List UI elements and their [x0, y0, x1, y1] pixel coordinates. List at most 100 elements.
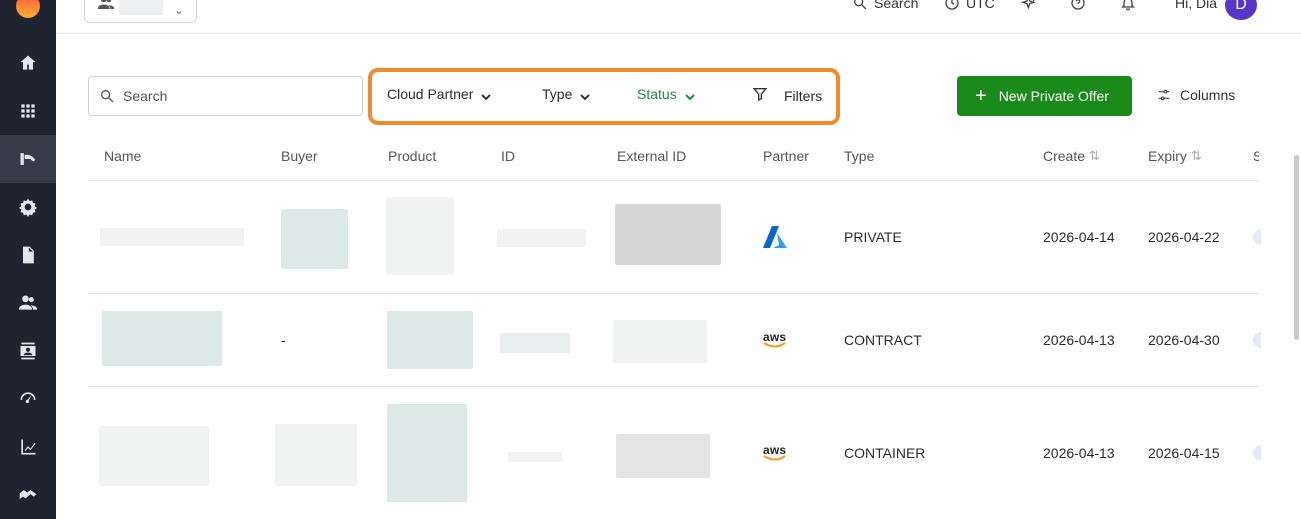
header-divider — [88, 180, 1258, 181]
column-header-product[interactable]: Product — [388, 148, 436, 164]
chevron-down-icon — [580, 89, 591, 101]
column-header-partner[interactable]: Partner — [763, 148, 809, 164]
column-header-status-truncated[interactable]: S — [1253, 148, 1259, 164]
type-filter-label: Type — [542, 86, 573, 102]
notifications-button[interactable] — [1120, 0, 1136, 11]
analytics-icon[interactable] — [0, 423, 56, 471]
organization-selector[interactable]: ⌃ ⌄ — [84, 0, 197, 23]
greeting-label: Hi, Dia — [1175, 0, 1218, 11]
offers-icon[interactable] — [0, 135, 56, 183]
avatar[interactable]: D — [1225, 0, 1257, 20]
external-id-redacted — [615, 204, 721, 265]
global-search-label: Search — [874, 0, 919, 11]
type-cell: PRIVATE — [844, 229, 902, 245]
filters-button[interactable]: Filters — [752, 86, 822, 105]
home-icon[interactable] — [0, 39, 56, 87]
aws-icon — [763, 342, 786, 348]
product-redacted — [387, 311, 473, 369]
timezone-label: UTC — [966, 0, 995, 11]
gear-icon[interactable] — [0, 183, 56, 231]
name-redacted — [102, 311, 222, 366]
search-field[interactable] — [88, 76, 363, 116]
buyer-redacted — [275, 424, 357, 486]
filters-label: Filters — [784, 87, 823, 104]
status-badge — [1253, 229, 1261, 245]
type-cell: CONTRACT — [844, 332, 922, 348]
user-greeting[interactable]: Hi, Dia — [1175, 0, 1217, 11]
id-redacted — [500, 333, 570, 353]
clock-icon — [945, 0, 959, 10]
people-icon[interactable] — [0, 279, 56, 327]
sort-icon[interactable]: ⇅ — [1191, 148, 1202, 164]
columns-label: Columns — [1180, 87, 1236, 103]
new-private-offer-button[interactable]: + New Private Offer — [957, 76, 1132, 116]
create-date-cell: 2026-04-13 — [1043, 332, 1115, 348]
new-private-offer-label: New Private Offer — [998, 88, 1109, 104]
speedometer-icon[interactable] — [0, 375, 56, 423]
expiry-date-cell: 2026-04-15 — [1148, 445, 1220, 461]
help-icon — [1071, 0, 1085, 10]
organization-name-redacted — [119, 0, 163, 15]
handshake-icon[interactable] — [0, 471, 56, 519]
column-header-buyer[interactable]: Buyer — [281, 148, 318, 164]
global-search-button[interactable]: Search — [852, 0, 918, 11]
help-button[interactable] — [1070, 0, 1086, 11]
contacts-icon[interactable] — [0, 327, 56, 375]
azure-icon — [763, 226, 787, 248]
create-date-cell: 2026-04-14 — [1043, 229, 1115, 245]
sliders-icon — [1158, 89, 1170, 101]
funnel-icon — [752, 86, 784, 105]
expiry-date-cell: 2026-04-22 — [1148, 229, 1220, 245]
product-redacted — [387, 404, 467, 502]
ai-assistant-button[interactable] — [1021, 0, 1037, 11]
sidebar — [0, 0, 56, 519]
team-icon — [97, 0, 115, 17]
column-header-external-id[interactable]: External ID — [617, 148, 686, 164]
external-id-redacted — [616, 434, 710, 478]
aws-icon — [763, 455, 786, 461]
buyer-cell: - — [281, 332, 286, 348]
product-redacted — [386, 197, 454, 275]
search-icon — [854, 0, 867, 10]
timezone-button[interactable]: UTC — [944, 0, 995, 11]
create-date-cell: 2026-04-13 — [1043, 445, 1115, 461]
type-filter[interactable]: Type — [542, 86, 591, 102]
top-bar: ⌃ ⌄ Search UTC Hi, Dia D — [56, 0, 1301, 34]
filter-group-highlight: Cloud Partner Type Status Filters — [368, 68, 840, 125]
column-header-create[interactable]: Create ⇅ — [1043, 148, 1100, 164]
external-id-redacted — [613, 320, 707, 363]
name-redacted — [100, 228, 244, 246]
cloud-partner-label: Cloud Partner — [387, 86, 474, 102]
buyer-redacted — [281, 209, 348, 269]
columns-button[interactable]: Columns — [1156, 87, 1235, 103]
status-badge — [1253, 332, 1261, 348]
row-divider — [88, 293, 1258, 294]
search-icon — [101, 90, 114, 103]
row-divider — [88, 386, 1258, 387]
column-header-expiry[interactable]: Expiry ⇅ — [1148, 148, 1202, 164]
type-cell: CONTAINER — [844, 445, 926, 461]
column-header-type[interactable]: Type — [844, 148, 874, 164]
column-header-name[interactable]: Name — [104, 148, 141, 164]
name-redacted — [99, 426, 209, 486]
column-header-id[interactable]: ID — [501, 148, 515, 164]
apps-grid-icon[interactable] — [0, 87, 56, 135]
bell-icon — [1121, 0, 1135, 11]
sort-icon[interactable]: ⇅ — [1089, 148, 1100, 164]
id-redacted — [497, 229, 586, 247]
id-redacted — [508, 452, 562, 462]
brand-logo[interactable] — [16, 0, 40, 18]
plus-icon: + — [975, 85, 987, 107]
document-icon[interactable] — [0, 231, 56, 279]
status-filter[interactable]: Status — [637, 86, 695, 102]
expiry-date-cell: 2026-04-30 — [1148, 332, 1220, 348]
search-input[interactable] — [123, 88, 343, 104]
updown-chevron-icon: ⌃ ⌄ — [173, 0, 184, 17]
chevron-down-icon — [481, 89, 492, 101]
status-filter-label: Status — [637, 86, 677, 102]
cloud-partner-filter[interactable]: Cloud Partner — [387, 86, 492, 102]
vertical-scrollbar[interactable] — [1294, 155, 1299, 340]
status-badge — [1253, 445, 1261, 461]
sparkle-icon — [1021, 0, 1036, 10]
chevron-down-icon — [684, 89, 695, 101]
